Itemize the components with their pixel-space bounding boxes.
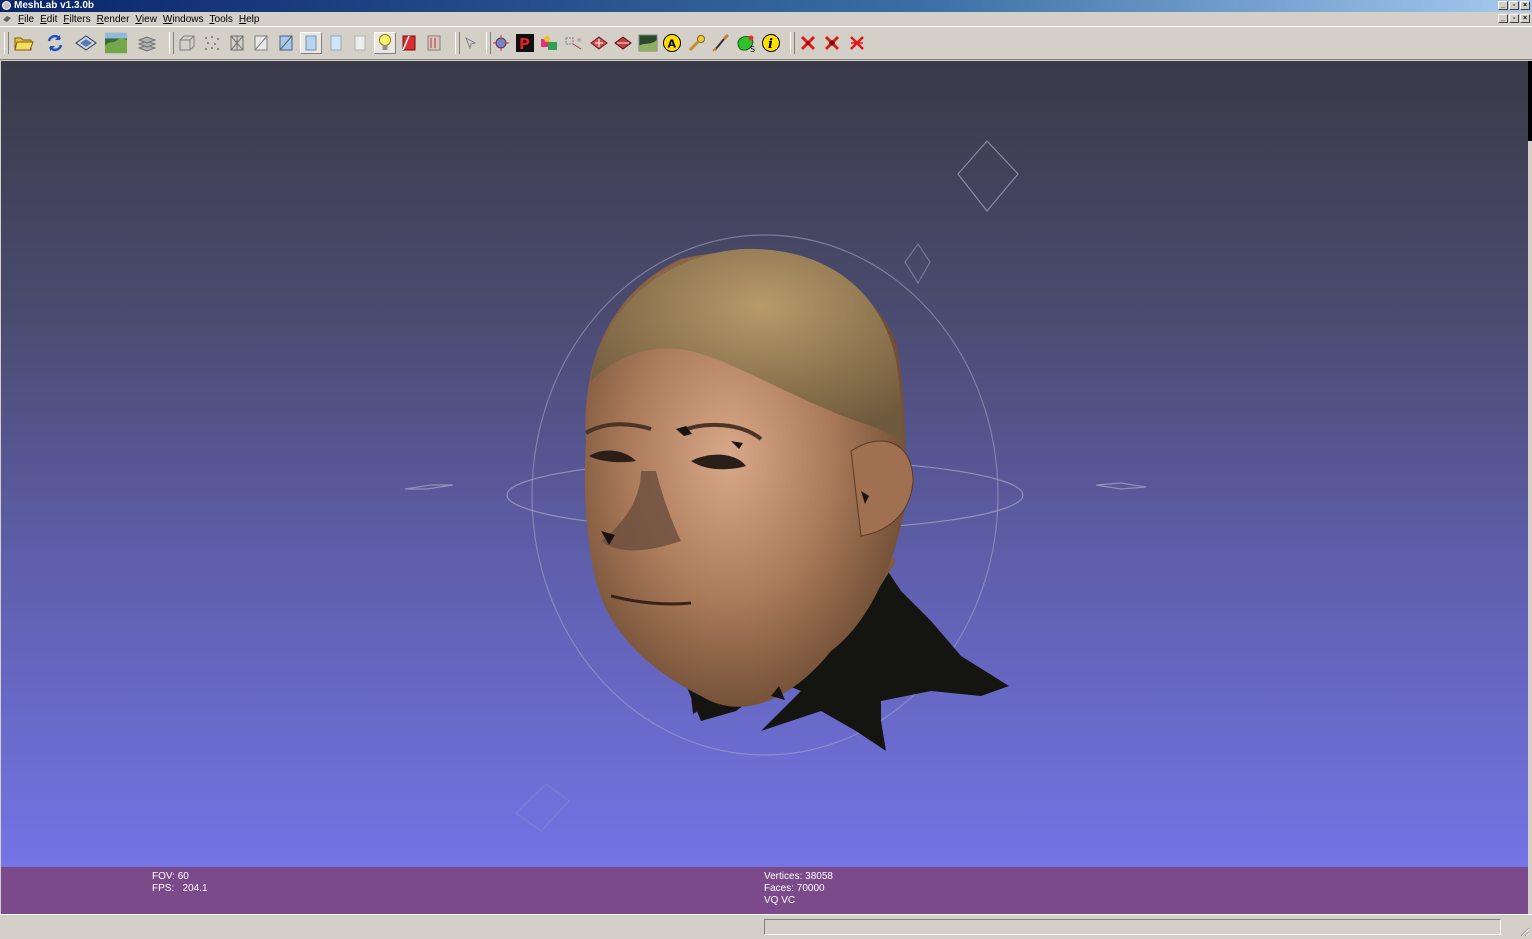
flatlines-icon[interactable] — [275, 32, 297, 54]
window-title: MeshLab v1.3.0b — [14, 0, 95, 11]
select-vertices-icon[interactable] — [563, 32, 585, 54]
menu-accelerator: W — [162, 14, 173, 25]
right-edge — [1528, 61, 1532, 914]
menu-label-rest: elp — [246, 14, 260, 25]
status-bar — [0, 914, 1532, 939]
open-icon[interactable] — [13, 32, 35, 54]
menu-help[interactable]: Help — [238, 13, 265, 26]
menu-label-rest: indows — [172, 14, 204, 25]
minimize-button[interactable]: _ — [1498, 1, 1508, 10]
menu-accelerator: R — [96, 14, 104, 25]
delete-faces-icon[interactable] — [821, 32, 843, 54]
menu-accelerator: E — [40, 14, 47, 25]
menu-edit[interactable]: Edit — [39, 13, 62, 26]
annotate-a-icon[interactable]: A — [661, 32, 683, 54]
view-info: FOV: 60 FPS: 204.1 — [152, 871, 208, 895]
snapshot-icon[interactable] — [105, 32, 127, 54]
info-picker-icon[interactable] — [490, 32, 512, 54]
raster-icon[interactable] — [637, 32, 659, 54]
bbox-icon[interactable] — [176, 32, 198, 54]
save-icon[interactable] — [75, 32, 97, 54]
menu-label-rest: ile — [24, 14, 35, 25]
info-overlay: FOV: 60 FPS: 204.1 Vertices: 38058 Faces… — [1, 867, 1528, 914]
select-connected-icon[interactable] — [612, 32, 634, 54]
info-icon[interactable]: i — [760, 32, 782, 54]
menu-label-rest: iew — [141, 14, 157, 25]
sample-icon[interactable]: S — [735, 32, 757, 54]
svg-text:P: P — [519, 35, 530, 53]
flat-icon[interactable] — [300, 32, 322, 54]
menu-label-rest: ools — [214, 14, 233, 25]
vertices-label: Vertices: 38058 — [764, 871, 833, 882]
doc-minimize-button[interactable]: _ — [1498, 14, 1508, 23]
menu-filters[interactable]: Filters — [62, 13, 95, 26]
color-mode-icon[interactable] — [423, 32, 445, 54]
hiddenlines-icon[interactable] — [250, 32, 272, 54]
light-icon[interactable] — [374, 32, 396, 54]
menu-tools[interactable]: Tools — [209, 13, 238, 26]
svg-text:A: A — [668, 38, 677, 51]
mesh-info: Vertices: 38058 Faces: 70000 VQ VC — [764, 871, 833, 907]
menu-label-rest: dit — [46, 14, 58, 25]
menu-render[interactable]: Render — [96, 13, 135, 26]
svg-text:S: S — [750, 45, 755, 54]
toolbar-grip[interactable] — [169, 32, 174, 54]
render-mode-label: VQ VC — [764, 895, 796, 906]
3d-viewport[interactable] — [1, 61, 1528, 867]
title-bar: MeshLab v1.3.0b _ ▫ × — [0, 0, 1532, 12]
document-icon[interactable] — [3, 15, 12, 23]
progress-bar — [764, 919, 1501, 935]
size-grip-icon[interactable] — [1518, 925, 1530, 937]
menu-windows[interactable]: Windows — [162, 13, 209, 26]
align-icon[interactable] — [538, 32, 560, 54]
points-icon[interactable] — [201, 32, 223, 54]
layers-icon[interactable] — [136, 32, 158, 54]
svg-text:i: i — [768, 37, 773, 52]
menu-bar: File Edit Filters Render View Windows Tools Hel… — [0, 12, 1532, 26]
document-window-controls: _ ▫ × — [1498, 14, 1530, 23]
window-controls: _ ▫ × — [1498, 1, 1530, 10]
menu-file[interactable]: File — [17, 13, 39, 26]
delete-both-icon[interactable] — [846, 32, 868, 54]
reload-icon[interactable] — [44, 32, 66, 54]
paint-p-icon[interactable]: P — [514, 32, 536, 54]
fov-label: FOV: 60 — [152, 871, 189, 882]
menu-view[interactable]: View — [134, 13, 162, 26]
doc-close-button[interactable]: × — [1520, 14, 1530, 23]
app-icon — [2, 1, 11, 10]
paint-brush-icon[interactable] — [710, 32, 732, 54]
toolbar-grip[interactable] — [790, 32, 795, 54]
measure-icon[interactable] — [686, 32, 708, 54]
select-faces-icon[interactable] — [588, 32, 610, 54]
scroll-knob[interactable] — [1528, 61, 1532, 141]
restore-button[interactable]: ▫ — [1509, 1, 1519, 10]
toolbar-grip[interactable] — [4, 32, 9, 54]
doc-restore-button[interactable]: ▫ — [1509, 14, 1519, 23]
menu-label-rest: ender — [103, 14, 130, 25]
delete-vertices-icon[interactable] — [797, 32, 819, 54]
wireframe-icon[interactable] — [226, 32, 248, 54]
fps-label: FPS: 204.1 — [152, 883, 208, 894]
manipulator-icon[interactable] — [460, 32, 482, 54]
texture-icon[interactable] — [349, 32, 371, 54]
mesh-scene — [404, 140, 1147, 832]
faces-label: Faces: 70000 — [764, 883, 825, 894]
smooth-icon[interactable] — [325, 32, 347, 54]
backface-icon[interactable] — [398, 32, 420, 54]
close-button[interactable]: × — [1520, 1, 1530, 10]
toolbar: P A S i — [0, 26, 1532, 60]
menu-label-rest: ilters — [69, 14, 91, 25]
